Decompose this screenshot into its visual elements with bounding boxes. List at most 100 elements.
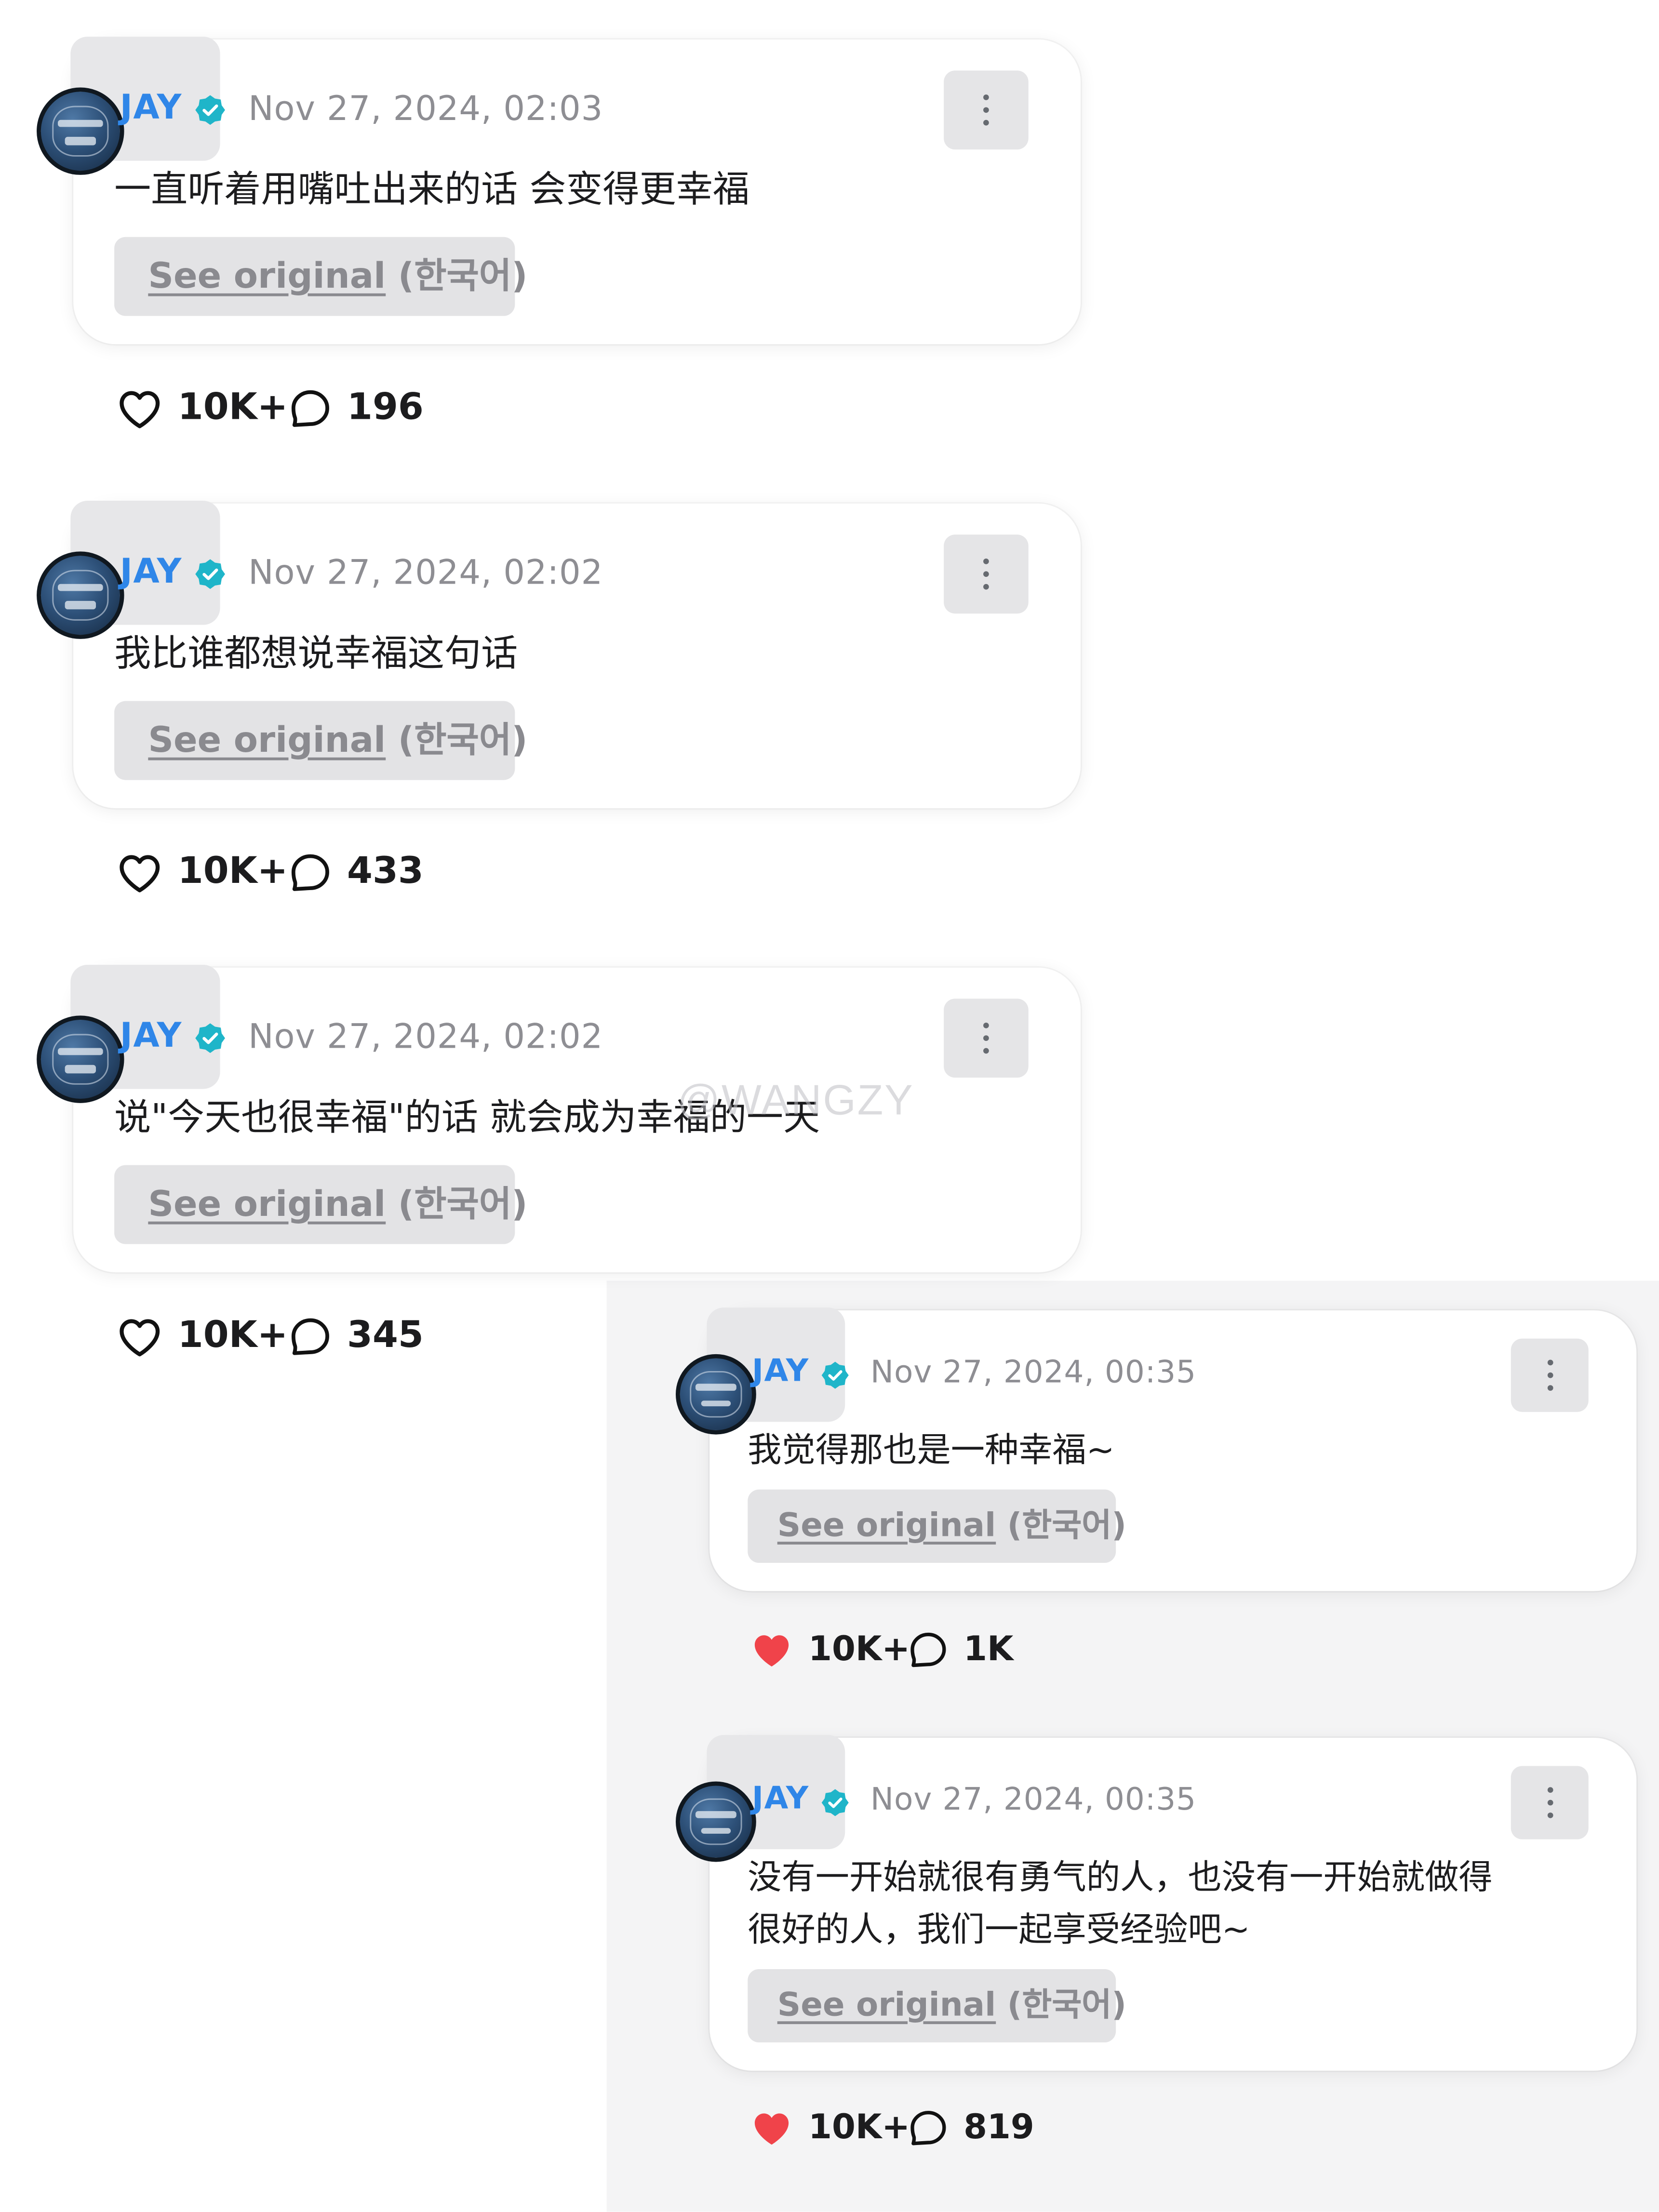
comment-button[interactable]: 1K xyxy=(907,1626,1076,1677)
comment-bubble-icon xyxy=(907,1629,950,1678)
avatar[interactable] xyxy=(676,1781,757,1862)
more-options-button[interactable] xyxy=(944,70,1029,150)
like-count: 10K+ xyxy=(177,850,288,893)
watermark: @WANGZY xyxy=(677,1078,914,1124)
original-language-label: (한국어) xyxy=(1007,1507,1127,1545)
timestamp: Nov 27, 2024, 00:35 xyxy=(870,1355,1197,1391)
like-button[interactable]: 10K+ xyxy=(116,384,288,434)
comment-button[interactable]: 819 xyxy=(907,2105,1076,2155)
avatar-ring-decoration xyxy=(690,1799,742,1845)
original-language-label: (한국어) xyxy=(398,719,528,760)
see-original-link[interactable]: See original xyxy=(148,720,386,760)
menu-dot xyxy=(983,559,989,564)
like-count: 10K+ xyxy=(808,2107,910,2147)
verified-badge-icon xyxy=(821,1361,849,1389)
engagement-stats: 10K+ 196 xyxy=(116,384,567,434)
like-count: 10K+ xyxy=(177,1314,288,1357)
more-options-button[interactable] xyxy=(944,534,1029,614)
verified-badge-icon xyxy=(195,1023,226,1053)
avatar-band-decoration xyxy=(65,601,96,609)
engagement-stats: 10K+ 1K xyxy=(749,1626,1201,1677)
comment-count: 1K xyxy=(963,1629,1014,1669)
engagement-stats: 10K+ 819 xyxy=(749,2105,1201,2155)
original-language-label: (한국어) xyxy=(398,1183,528,1225)
comment-bubble-icon xyxy=(907,2107,950,2156)
menu-dot xyxy=(1547,1787,1553,1793)
comment-bubble-icon xyxy=(288,1315,333,1365)
comment-bubble-icon xyxy=(288,851,333,901)
comment-text: 我比谁都想说幸福这句话 xyxy=(114,633,518,676)
more-vertical-icon xyxy=(944,534,1029,613)
author-name[interactable]: JAY xyxy=(752,1782,809,1817)
avatar[interactable] xyxy=(37,1015,124,1103)
menu-dot xyxy=(983,571,989,577)
engagement-stats: 10K+ 433 xyxy=(116,848,567,898)
timestamp: Nov 27, 2024, 02:02 xyxy=(248,1017,603,1057)
heart-icon xyxy=(116,385,164,439)
heart-icon xyxy=(749,2106,794,2157)
see-original-link[interactable]: See original xyxy=(148,1184,386,1225)
comment-post: JAY Nov 27, 2024, 02:02 我比谁都想说幸福这句话 See ori… xyxy=(37,501,1081,904)
see-original-link[interactable]: See original xyxy=(777,1508,996,1545)
comment-text: 没有一开始就很有勇气的人，也没有一开始就做得 很好的人，我们一起享受经验吧~ xyxy=(748,1857,1493,1949)
timestamp: Nov 27, 2024, 02:03 xyxy=(248,89,603,129)
see-original-button[interactable]: See original (한국어) xyxy=(748,1969,1126,2043)
see-original-link[interactable]: See original xyxy=(777,1987,996,2024)
avatar[interactable] xyxy=(37,87,124,175)
more-vertical-icon xyxy=(1511,1766,1589,1839)
menu-dot xyxy=(983,1023,989,1028)
comment-post: JAY Nov 27, 2024, 02:02 说"今天也很幸福"的话 就会成为幸福… xyxy=(37,964,1081,1368)
screenshot-canvas: JAY Nov 27, 2024, 02:03 一直听着用嘴吐出来的话 会变得更幸福… xyxy=(0,0,1659,2212)
timestamp: Nov 27, 2024, 02:02 xyxy=(248,553,603,593)
comment-post: JAY Nov 27, 2024, 00:35 我觉得那也是一种幸福~ See ori… xyxy=(676,1307,1637,1683)
comment-button[interactable]: 433 xyxy=(288,848,457,898)
more-options-button[interactable] xyxy=(944,999,1029,1078)
comment-count: 345 xyxy=(347,1314,424,1357)
avatar-band-decoration xyxy=(701,1400,731,1407)
comment-post: JAY Nov 27, 2024, 00:35 没有一开始就很有勇气的人，也没有一开… xyxy=(676,1735,1637,2161)
author-name[interactable]: JAY xyxy=(120,1015,182,1055)
see-original-link[interactable]: See original xyxy=(148,255,386,296)
menu-dot xyxy=(983,107,989,113)
see-original-button[interactable]: See original (한국어) xyxy=(114,1165,528,1244)
like-button[interactable]: 10K+ xyxy=(749,2105,910,2157)
like-button[interactable]: 10K+ xyxy=(749,1626,910,1679)
comment-button[interactable]: 196 xyxy=(288,384,457,434)
menu-dot xyxy=(983,584,989,590)
avatar-ring-decoration xyxy=(52,106,109,157)
like-count: 10K+ xyxy=(808,1629,910,1669)
like-button[interactable]: 10K+ xyxy=(116,1312,288,1362)
more-options-button[interactable] xyxy=(1511,1338,1589,1412)
avatar-band-decoration xyxy=(58,584,103,591)
avatar-band-decoration xyxy=(65,137,96,145)
avatar[interactable] xyxy=(37,551,124,639)
verified-badge-icon xyxy=(821,1788,849,1817)
menu-dot xyxy=(983,120,989,126)
comment-button[interactable]: 345 xyxy=(288,1312,457,1362)
more-options-button[interactable] xyxy=(1511,1766,1589,1839)
menu-dot xyxy=(1547,1359,1553,1366)
avatar-band-decoration xyxy=(696,1384,736,1391)
heart-icon xyxy=(749,1628,794,1679)
see-original-button[interactable]: See original (한국어) xyxy=(748,1489,1126,1563)
comment-text: 我觉得那也是一种幸福~ xyxy=(748,1430,1115,1470)
avatar-band-decoration xyxy=(701,1827,731,1834)
avatar[interactable] xyxy=(676,1354,757,1435)
see-original-button[interactable]: See original (한국어) xyxy=(114,237,528,316)
engagement-stats: 10K+ 345 xyxy=(116,1312,567,1362)
comment-count: 196 xyxy=(347,386,424,429)
author-name[interactable]: JAY xyxy=(752,1354,809,1389)
timestamp: Nov 27, 2024, 00:35 xyxy=(870,1783,1197,1818)
verified-badge-icon xyxy=(195,94,226,125)
author-name[interactable]: JAY xyxy=(120,87,182,127)
original-language-label: (한국어) xyxy=(398,255,528,296)
see-original-button[interactable]: See original (한국어) xyxy=(114,701,528,780)
comment-bubble-icon xyxy=(288,386,333,437)
comment-count: 433 xyxy=(347,850,424,893)
menu-dot xyxy=(1547,1372,1553,1378)
like-button[interactable]: 10K+ xyxy=(116,848,288,898)
verified-badge-icon xyxy=(195,559,226,589)
author-name[interactable]: JAY xyxy=(120,551,182,591)
menu-dot xyxy=(983,1048,989,1054)
avatar-ring-decoration xyxy=(52,570,109,621)
